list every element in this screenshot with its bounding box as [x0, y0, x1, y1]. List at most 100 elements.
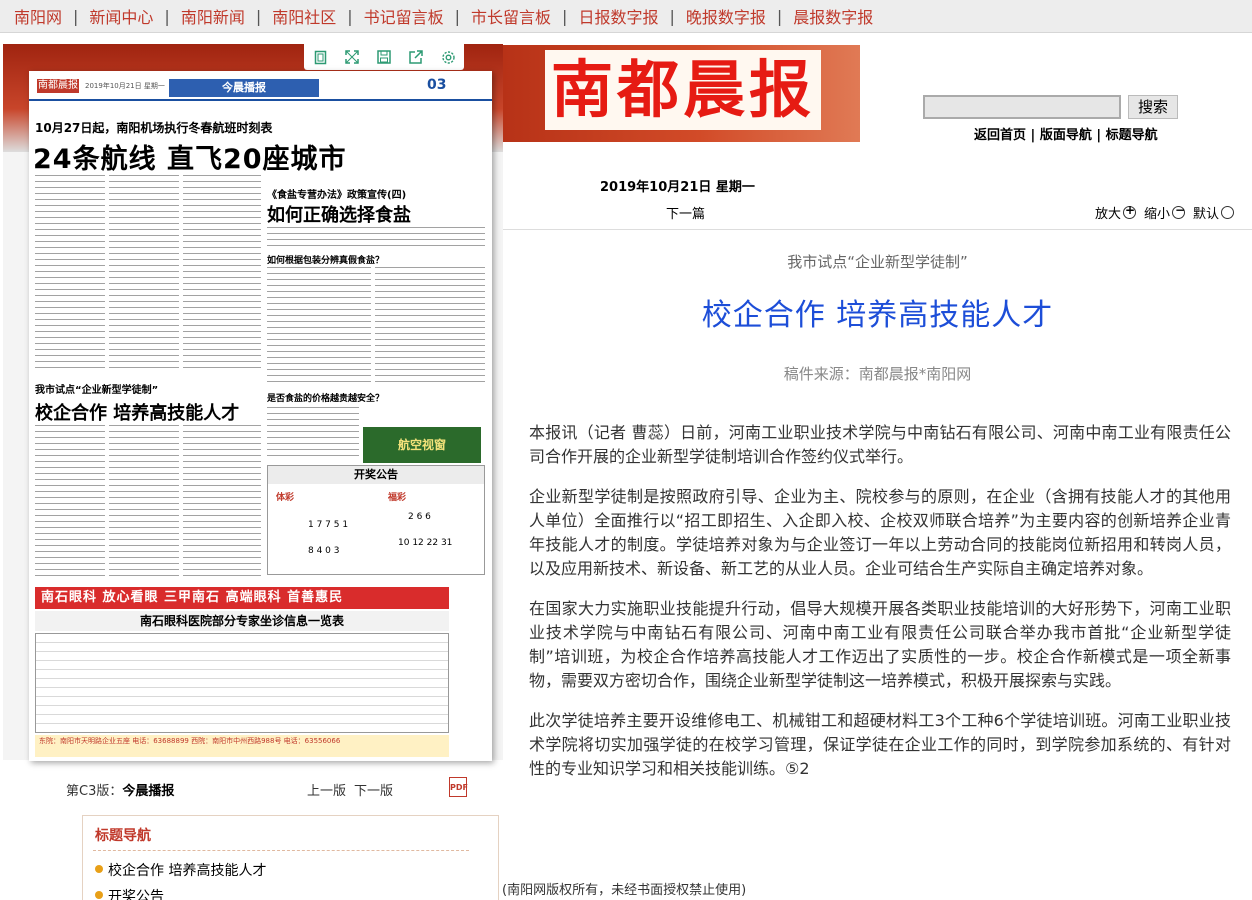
header-divider — [503, 229, 1252, 230]
copyright-notice: (南阳网版权所有，未经书面授权禁止使用) — [502, 883, 747, 898]
title-nav-item-label: 开奖公告 — [108, 889, 164, 900]
title-nav-heading: 标题导航 — [95, 828, 151, 844]
article-kicker: 我市试点“企业新型学徒制” — [787, 253, 968, 271]
font-default-option[interactable]: 默认 — [1193, 203, 1235, 222]
title-nav-box: 标题导航 校企合作 培养高技能人才 开奖公告 — [82, 815, 499, 900]
article-paragraph: 在国家大力实施职业技能提升行动，倡导大规模开展各类职业技能培训的大好形势下，河南… — [529, 599, 1231, 690]
thumb-text-column — [375, 267, 485, 383]
nav-link-daily-epaper[interactable]: 日报数字报 — [578, 4, 658, 28]
search-input[interactable] — [923, 95, 1121, 119]
font-enlarge-label: 放大 — [1095, 207, 1122, 222]
page-label: 第C3版： — [66, 784, 123, 799]
article-paragraph: 企业新型学徒制是按照政府引导、企业为主、院校参与的原则，在企业（含拥有技能人才的… — [529, 487, 1231, 578]
thumb-section-banner: 今晨播报 — [169, 79, 319, 97]
thumb-lottery-box[interactable]: 开奖公告 体彩 福彩 1 7 7 5 1 2 6 6 8 4 0 3 10 12… — [267, 465, 485, 575]
nav-link-morning-epaper[interactable]: 晨报数字报 — [793, 4, 873, 28]
fit-page-icon[interactable] — [310, 47, 330, 67]
nav-separator: | — [776, 6, 783, 26]
thumb-ad-footer: 东院：南阳市天明路企业五座 电话：63688899 西院：南阳市中州西路988号… — [35, 735, 449, 757]
thumb-ad-title: 南石眼科医院部分专家坐诊信息一览表 — [35, 611, 449, 631]
plus-circle-icon — [1123, 203, 1137, 219]
issue-date: 2019年10月21日 星期一 — [600, 180, 755, 195]
share-icon[interactable] — [406, 47, 426, 67]
next-article-link[interactable]: 下一篇 — [666, 203, 705, 222]
quick-link-separator: | — [1091, 128, 1106, 143]
thumb-text-column — [183, 425, 261, 577]
thumb-subheading: 是否食盐的价格越贵越安全？ — [267, 394, 385, 404]
masthead-logo: 南都晨报 — [545, 50, 822, 130]
thumb-lottery-numbers: 8 4 0 3 — [308, 546, 340, 556]
article-source: 稿件来源：南都晨报*南阳网 — [783, 365, 972, 383]
nav-link-mayor-board[interactable]: 市长留言板 — [471, 4, 551, 28]
page-name: 今晨播报 — [122, 784, 175, 799]
page-pager: 上一版 下一版 — [307, 780, 401, 799]
thumb-salt-kicker[interactable]: 《食盐专营办法》政策宣传(四) — [267, 186, 406, 201]
thumb-ad-table — [35, 633, 449, 733]
thumb-text-column — [109, 425, 179, 577]
thumb-headline[interactable]: 24条航线 直飞20座城市 — [33, 137, 347, 176]
page-info: 第C3版：今晨播报 — [66, 780, 174, 799]
minus-circle-icon — [1172, 203, 1185, 219]
thumb-aviation-stamp: 航空视窗 — [363, 427, 481, 463]
thumb-text-column — [109, 175, 179, 371]
thumb-text-column — [183, 175, 261, 371]
thumb-text-column — [267, 407, 359, 459]
thumb-text-column — [35, 175, 105, 371]
title-nav-divider — [93, 850, 469, 851]
thumb-text-column — [35, 425, 105, 577]
next-page-link[interactable]: 下一版 — [354, 784, 393, 799]
font-size-control: 放大 缩小 默认 — [1095, 203, 1242, 222]
font-shrink-option[interactable]: 缩小 — [1144, 203, 1185, 222]
title-nav-item[interactable]: 校企合作 培养高技能人才 — [95, 860, 266, 880]
thumb-ad-banner[interactable]: 南石眼科 放心看眼 三甲南石 高端眼科 首善惠民 — [35, 587, 449, 609]
fullscreen-icon[interactable] — [342, 47, 362, 67]
newspaper-page-thumbnail[interactable]: 南都晨报 2019年10月21日 星期一 今晨播报 03 10月27日起，南阳机… — [29, 71, 492, 761]
thumb-logo: 南都晨报 — [37, 79, 79, 93]
nav-separator: | — [562, 6, 568, 26]
thumb-lottery-title: 开奖公告 — [268, 466, 484, 484]
thumb-lottery-numbers: 1 7 7 5 1 — [308, 520, 349, 530]
layout-nav-link[interactable]: 版面导航 — [1040, 128, 1092, 143]
nav-link-nanyang[interactable]: 南阳网 — [14, 4, 62, 28]
article-body: 本报讯（记者 曹蕊）日前，河南工业职业技术学院与中南钻石有限公司、河南中南工业有… — [529, 421, 1231, 797]
font-default-label: 默认 — [1193, 207, 1220, 222]
nav-link-nanyang-news[interactable]: 南阳新闻 — [181, 4, 245, 28]
title-nav-link[interactable]: 标题导航 — [1106, 128, 1158, 143]
settings-gear-icon[interactable] — [438, 47, 458, 67]
paper-toolbar — [304, 44, 464, 70]
article-paragraph: 此次学徒培养主要开设维修电工、机械钳工和超硬材料工3个工种6个学徒培训班。河南工… — [529, 711, 1231, 778]
nav-separator: | — [669, 6, 675, 26]
nav-link-evening-epaper[interactable]: 晚报数字报 — [686, 4, 766, 28]
home-link[interactable]: 返回首页 — [974, 128, 1026, 143]
pdf-download-icon[interactable]: PDF — [449, 777, 468, 797]
nav-separator: | — [73, 6, 79, 26]
quick-links: 返回首页 | 版面导航 | 标题导航 — [974, 124, 1158, 143]
nav-link-news-center[interactable]: 新闻中心 — [89, 4, 153, 28]
bullet-icon — [95, 865, 103, 873]
thumb-date: 2019年10月21日 星期一 — [85, 82, 165, 90]
thumb-lottery-left-label: 体彩 — [276, 493, 295, 503]
nav-link-secretary-board[interactable]: 书记留言板 — [364, 4, 444, 28]
save-icon[interactable] — [374, 47, 394, 67]
thumb-page-number: 03 — [427, 77, 447, 93]
nav-separator: | — [347, 6, 353, 26]
thumb-salt-headline[interactable]: 如何正确选择食盐 — [267, 201, 411, 227]
thumb-article-headline[interactable]: 校企合作 培养高技能人才 — [35, 399, 239, 425]
nav-separator: | — [454, 6, 461, 26]
search-button[interactable]: 搜索 — [1128, 95, 1178, 119]
thumb-text-column — [267, 227, 485, 247]
title-nav-item[interactable]: 开奖公告 — [95, 886, 164, 900]
article-paragraph: 本报讯（记者 曹蕊）日前，河南工业职业技术学院与中南钻石有限公司、河南中南工业有… — [529, 423, 1231, 466]
thumb-lottery-numbers: 10 12 22 31 — [398, 538, 453, 548]
thumb-lottery-right-label: 福彩 — [388, 493, 407, 503]
font-enlarge-option[interactable]: 放大 — [1095, 203, 1137, 222]
thumb-kicker[interactable]: 10月27日起，南阳机场执行冬春航班时刻表 — [35, 119, 272, 136]
article-title: 校企合作 培养高技能人才 — [701, 298, 1054, 333]
thumb-text-column — [267, 267, 371, 383]
radio-circle-icon — [1221, 206, 1235, 219]
nav-separator: | — [164, 6, 170, 26]
nav-link-community[interactable]: 南阳社区 — [272, 4, 336, 28]
thumb-article-kicker[interactable]: 我市试点“企业新型学徒制” — [35, 381, 158, 396]
prev-page-link[interactable]: 上一版 — [307, 784, 346, 799]
thumb-lottery-numbers: 2 6 6 — [408, 512, 431, 522]
